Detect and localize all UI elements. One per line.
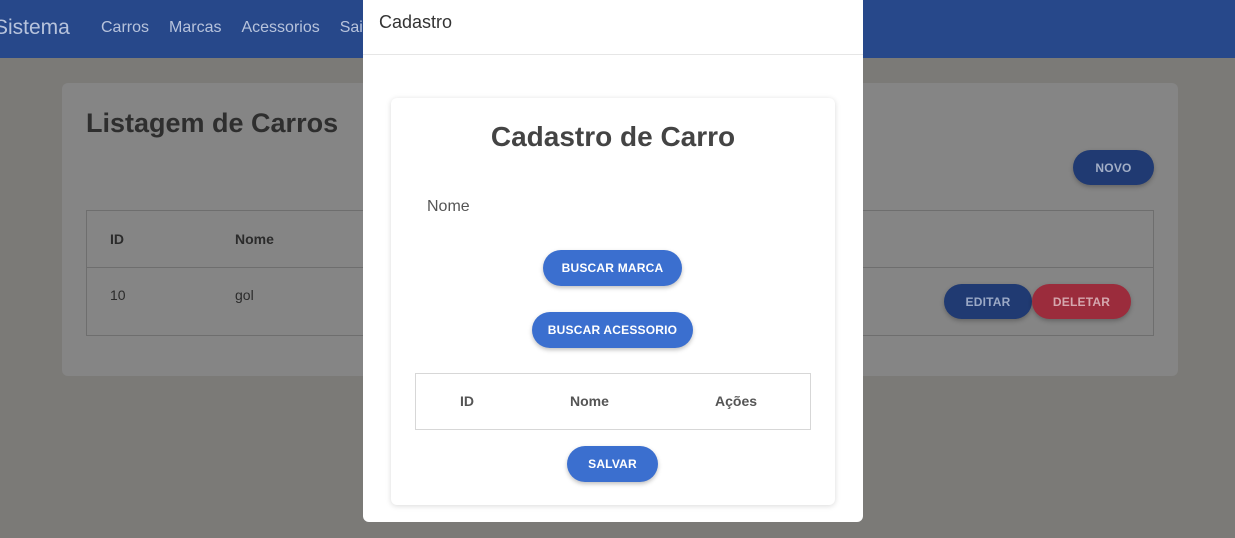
header-acoes: Ações	[715, 393, 758, 409]
nome-field[interactable]: Nome	[427, 198, 470, 216]
buscar-acessorio-button[interactable]: BUSCAR ACESSORIO	[532, 312, 693, 348]
modal-header: Cadastro	[363, 0, 863, 55]
modal-title: Cadastro	[379, 12, 453, 32]
nav-item-sair[interactable]: Sai	[340, 19, 363, 37]
header-nome: Nome	[235, 231, 274, 247]
cell-nome: gol	[235, 287, 254, 303]
page-title: Listagem de Carros	[86, 108, 339, 138]
nav-item-acessorios[interactable]: Acessorios	[241, 19, 319, 37]
form-title: Cadastro de Carro	[490, 121, 736, 152]
nav-items: Carros Marcas Acessorios Sai	[101, 19, 363, 37]
nav-item-carros[interactable]: Carros	[101, 19, 149, 37]
header-id: ID	[460, 393, 474, 409]
novo-button[interactable]: NOVO	[1073, 150, 1154, 185]
header-id: ID	[110, 231, 124, 247]
header-nome: Nome	[570, 393, 609, 409]
acessorios-table: ID Nome Ações	[415, 373, 811, 430]
navbar-brand[interactable]: Sistema	[0, 16, 70, 40]
cadastro-modal: Cadastro Cadastro de Carro Nome BUSCAR M…	[363, 0, 863, 522]
cell-id: 10	[110, 287, 126, 303]
deletar-button[interactable]: DELETAR	[1032, 284, 1131, 319]
salvar-button[interactable]: SALVAR	[567, 446, 658, 482]
nav-item-marcas[interactable]: Marcas	[169, 19, 221, 37]
form-card: Cadastro de Carro Nome BUSCAR MARCA BUSC…	[391, 98, 835, 505]
buscar-marca-button[interactable]: BUSCAR MARCA	[543, 250, 682, 286]
editar-button[interactable]: EDITAR	[944, 284, 1032, 319]
